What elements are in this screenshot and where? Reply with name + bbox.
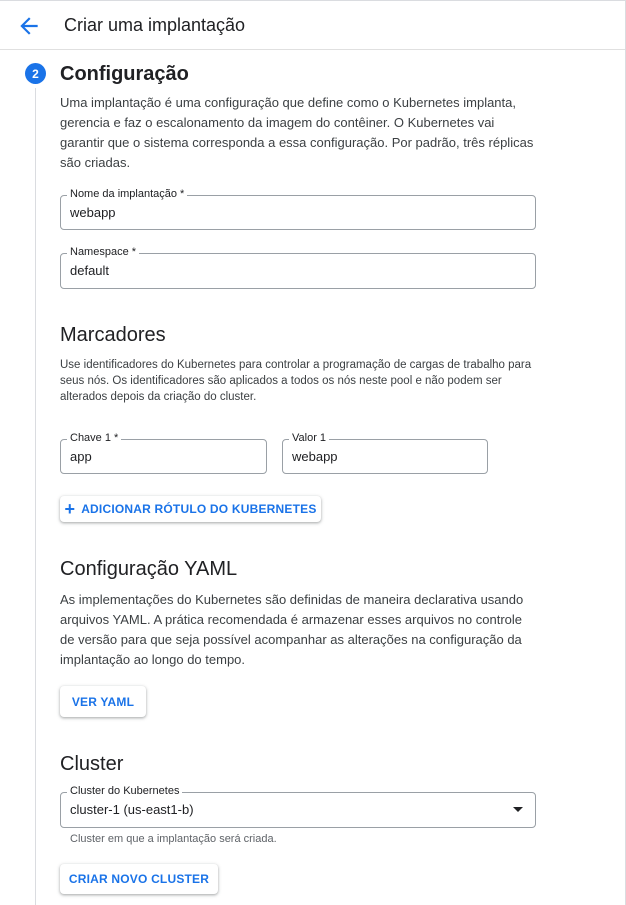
add-kubernetes-label-button[interactable]: + ADICIONAR RÓTULO DO KUBERNETES bbox=[60, 496, 321, 522]
label-key-label: Chave 1 * bbox=[67, 431, 122, 445]
label-value-value: webapp bbox=[292, 449, 338, 464]
yaml-description: As implementações do Kubernetes são defi… bbox=[60, 592, 524, 667]
deployment-name-value: webapp bbox=[70, 205, 116, 220]
deployment-name-field[interactable]: Nome da implantação * webapp bbox=[60, 187, 536, 230]
labels-description: Use identificadores do Kubernetes para c… bbox=[60, 359, 532, 403]
view-yaml-button[interactable]: VER YAML bbox=[60, 686, 146, 717]
label-key-field[interactable]: Chave 1 * app bbox=[60, 431, 267, 474]
namespace-label: Namespace * bbox=[67, 245, 140, 259]
cluster-select[interactable]: Cluster do Kubernetes cluster-1 (us-east… bbox=[60, 784, 536, 828]
section-title-configuration: Configuração bbox=[60, 63, 189, 85]
section-title-yaml: Configuração YAML bbox=[60, 558, 238, 580]
step-connector-line bbox=[35, 88, 36, 905]
namespace-field[interactable]: Namespace * default bbox=[60, 245, 536, 289]
label-value-label: Valor 1 bbox=[289, 431, 330, 445]
section-title-labels: Marcadores bbox=[60, 324, 166, 346]
cluster-select-value: cluster-1 (us-east1-b) bbox=[70, 802, 194, 817]
section-title-cluster: Cluster bbox=[60, 753, 124, 775]
deployment-name-label: Nome da implantação * bbox=[67, 187, 188, 201]
step-number-badge: 2 bbox=[25, 63, 46, 84]
label-key-value: app bbox=[70, 449, 92, 464]
cluster-select-label: Cluster do Kubernetes bbox=[67, 784, 183, 798]
cluster-helper-text: Cluster em que a implantação será criada… bbox=[70, 833, 277, 845]
app-header: Criar uma implantação bbox=[0, 0, 626, 50]
page-title: Criar uma implantação bbox=[64, 15, 246, 35]
dropdown-arrow-icon bbox=[513, 807, 523, 812]
back-button[interactable] bbox=[16, 13, 42, 39]
label-value-field[interactable]: Valor 1 webapp bbox=[282, 431, 488, 474]
create-new-cluster-button[interactable]: CRIAR NOVO CLUSTER bbox=[60, 864, 218, 894]
configuration-description: Uma implantação é uma configuração que d… bbox=[60, 95, 534, 170]
plus-icon: + bbox=[64, 499, 76, 519]
add-kubernetes-label-text: ADICIONAR RÓTULO DO KUBERNETES bbox=[81, 502, 317, 516]
namespace-value: default bbox=[70, 263, 110, 278]
arrow-back-icon bbox=[20, 17, 38, 35]
